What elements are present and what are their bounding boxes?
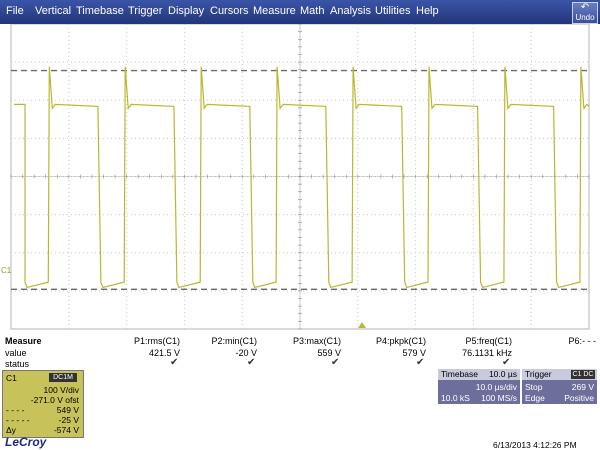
undo-button[interactable]: ↶ Undo (572, 2, 598, 24)
menu-utilities[interactable]: Utilities (375, 5, 410, 17)
undo-label: Undo (575, 13, 595, 22)
menu-bar: File Vertical Timebase Trigger Display Cursor… (0, 0, 600, 24)
trigger-descriptor[interactable]: Trigger C1 DC Stop 269 V Edge Positive (522, 369, 597, 404)
trigger-level: 269 V (571, 382, 594, 392)
timebase-samples: 10.0 kS (441, 393, 470, 403)
channel-marker: C1 (1, 266, 12, 275)
measure-title: Measure (5, 336, 42, 346)
menu-analysis[interactable]: Analysis (330, 5, 371, 17)
timebase-div: 10.0 µs/div (475, 382, 517, 392)
menu-math[interactable]: Math (300, 5, 324, 17)
menu-measure[interactable]: Measure (253, 5, 296, 17)
volts-per-div: 100 V/div (43, 385, 79, 395)
menu-help[interactable]: Help (416, 5, 439, 17)
trigger-source-badge: C1 DC (571, 370, 595, 379)
menu-file[interactable]: File (6, 5, 24, 17)
param-name-p4[interactable]: P4:pkpk(C1) (350, 336, 426, 346)
timebase-header-value: 10.0 µs (488, 369, 517, 379)
trigger-title: Trigger (525, 369, 552, 379)
delta-value: -574 V (53, 425, 79, 435)
timebase-rate: 100 MS/s (481, 393, 517, 403)
menu-cursors[interactable]: Cursors (210, 5, 249, 17)
menu-timebase[interactable]: Timebase (76, 5, 124, 17)
oscilloscope-grid: C1 (1, 24, 590, 330)
param-value-p5: 76.1131 kHz (462, 348, 512, 358)
param-name-p5[interactable]: P5:freq(C1) (436, 336, 512, 346)
undo-icon: ↶ (580, 2, 590, 13)
status-check-icon: ✔ (331, 357, 340, 368)
param-name-p3[interactable]: P3:max(C1) (271, 336, 341, 346)
measure-status-label: status (5, 359, 30, 369)
trigger-type: Edge (525, 393, 545, 403)
param-value-p4: 579 V (402, 348, 426, 358)
status-check-icon: ✔ (247, 357, 256, 368)
param-name-p6[interactable]: P6:- - - (540, 336, 596, 346)
timebase-header: Timebase 10.0 µs (438, 369, 520, 380)
trigger-header: Trigger C1 DC (522, 369, 597, 380)
menu-display[interactable]: Display (168, 5, 204, 17)
status-check-icon: ✔ (170, 357, 179, 368)
trigger-mode: Stop (525, 382, 543, 392)
trigger-slope: Positive (564, 393, 594, 403)
channel-offset: -271.0 V ofst (30, 395, 79, 405)
timebase-descriptor[interactable]: Timebase 10.0 µs 10.0 µs/div 10.0 kS 100… (438, 369, 520, 404)
timebase-title: Timebase (441, 369, 479, 379)
measure-value-label: value (5, 348, 27, 358)
lecroy-logo: LeCroy (5, 435, 47, 449)
status-check-icon: ✔ (416, 357, 425, 368)
param-name-p2[interactable]: P2:min(C1) (195, 336, 257, 346)
menu-trigger[interactable]: Trigger (128, 5, 162, 17)
channel-c1-descriptor[interactable]: C1 DC1M 100 V/div -271.0 V ofst - - - - … (2, 370, 84, 438)
capture-datetime: 6/13/2013 4:12:26 PM (493, 440, 577, 450)
status-check-icon: ✔ (502, 357, 511, 368)
cursor2-value: -25 V (58, 415, 79, 425)
channel-name: C1 (6, 373, 17, 383)
coupling-badge: DC1M (49, 373, 77, 382)
cursor1-value: 549 V (56, 405, 79, 415)
param-name-p1[interactable]: P1:rms(C1) (110, 336, 180, 346)
menu-vertical[interactable]: Vertical (35, 5, 71, 17)
